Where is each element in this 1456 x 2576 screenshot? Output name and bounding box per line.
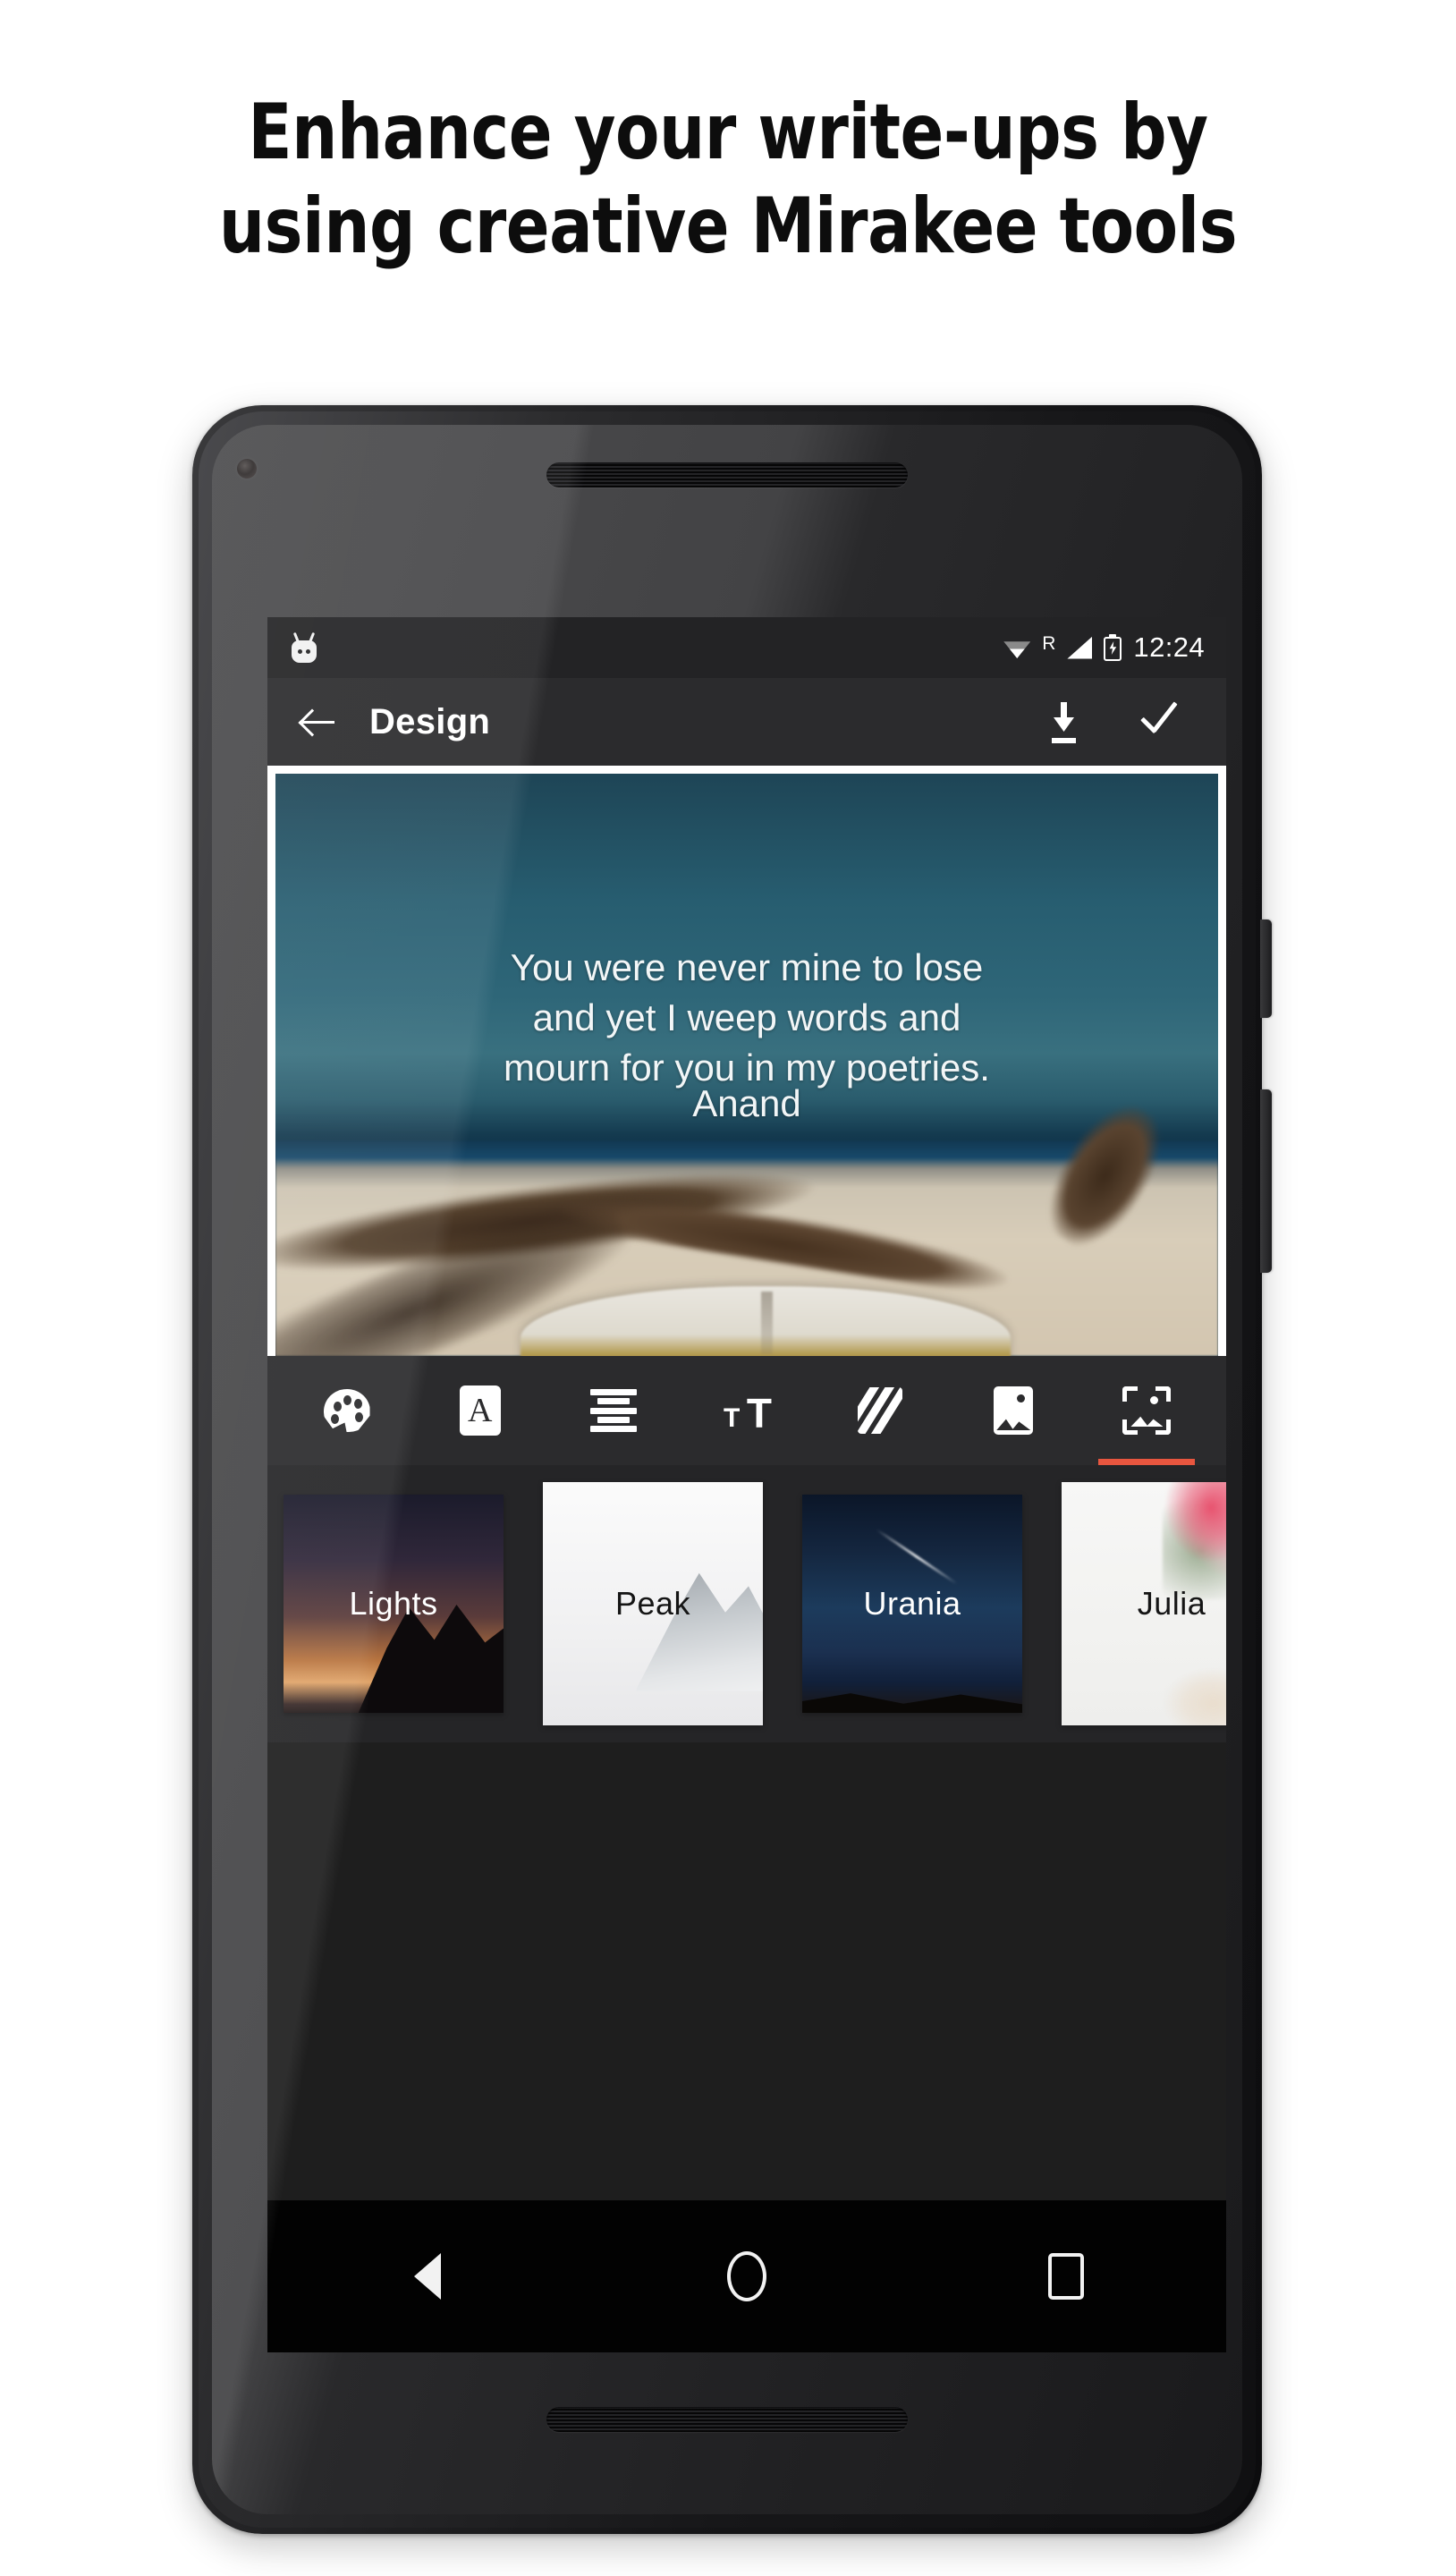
framed-image-icon [1122, 1386, 1172, 1435]
phone-device-frame: R 12:24 Design You were never mine to lo… [192, 405, 1272, 2534]
android-navigation-bar [267, 2200, 1226, 2352]
thumbnail-label: Julia [1137, 1585, 1206, 1622]
front-camera-icon [237, 459, 257, 479]
design-canvas-container: You were never mine to lose and yet I we… [267, 766, 1226, 1356]
image-icon [994, 1386, 1034, 1435]
thumbnail-item[interactable]: Urania [802, 1495, 1022, 1713]
check-icon[interactable] [1139, 700, 1187, 743]
text-align-icon [589, 1389, 637, 1432]
app-bar: Design [267, 678, 1226, 766]
phone-screen: R 12:24 Design You were never mine to lo… [267, 617, 1226, 2352]
font-a-icon: A [459, 1385, 501, 1436]
text-size-icon: TT [723, 1389, 772, 1436]
roaming-indicator: R [1042, 632, 1056, 654]
tool-text-size[interactable]: TT [706, 1356, 788, 1465]
page-title: Design [369, 701, 491, 741]
volume-button[interactable] [1260, 1089, 1272, 1273]
thumbnail-label: Lights [349, 1585, 438, 1622]
battery-charging-icon [1104, 634, 1122, 661]
status-bar: R 12:24 [267, 617, 1226, 678]
thumbnail-label: Peak [614, 1585, 691, 1622]
bottom-speaker-icon [546, 2407, 908, 2432]
status-bar-right: R 12:24 [1003, 631, 1205, 664]
palette-icon [323, 1389, 370, 1432]
download-icon[interactable] [1044, 700, 1083, 743]
headline-line-2: using creative Mirakee tools [218, 181, 1238, 271]
tool-font[interactable]: A [439, 1356, 521, 1465]
status-bar-left [289, 631, 319, 663]
nav-home-circle-icon [726, 2251, 766, 2301]
tool-texture[interactable] [839, 1356, 921, 1465]
nav-home-button[interactable] [698, 2236, 796, 2317]
nav-back-triangle-icon [413, 2253, 441, 2300]
earpiece-speaker-icon [546, 462, 908, 487]
wifi-icon [1003, 637, 1031, 658]
thumbnail-item[interactable]: Peak [543, 1482, 763, 1725]
thumbnail-item[interactable]: Julia [1062, 1482, 1226, 1725]
design-canvas[interactable]: You were never mine to lose and yet I we… [275, 774, 1218, 1356]
tool-image[interactable] [972, 1356, 1054, 1465]
diagonal-stripes-icon [858, 1387, 903, 1434]
nav-recents-square-icon [1048, 2253, 1085, 2300]
android-marshmallow-icon [289, 631, 319, 663]
thumbnail-item[interactable]: Lights [284, 1495, 504, 1713]
signal-icon [1067, 636, 1093, 659]
app-bar-actions [1044, 700, 1187, 743]
phone-inner-bezel: R 12:24 Design You were never mine to lo… [199, 411, 1256, 2528]
status-bar-clock: 12:24 [1133, 631, 1205, 663]
phone-face: R 12:24 Design You were never mine to lo… [212, 425, 1242, 2514]
promo-headline: Enhance your write-ups by using creative… [51, 86, 1405, 274]
canvas-author-text[interactable]: Anand [275, 1082, 1218, 1125]
back-arrow-icon[interactable] [294, 699, 341, 745]
quote-line-2: and yet I weep words and [532, 996, 961, 1038]
power-button[interactable] [1260, 919, 1272, 1018]
quote-line-1: You were never mine to lose [510, 945, 984, 988]
tool-palette[interactable] [306, 1356, 388, 1465]
tool-align[interactable] [572, 1356, 655, 1465]
thumbnail-label: Urania [863, 1585, 961, 1622]
background-thumbnail-strip[interactable]: Lights Peak Urania Julia [267, 1465, 1226, 1742]
nav-back-button[interactable] [378, 2236, 477, 2317]
tool-frame-image[interactable] [1098, 1356, 1196, 1465]
nav-recents-button[interactable] [1017, 2236, 1115, 2317]
headline-line-1: Enhance your write-ups by [248, 88, 1208, 177]
canvas-quote-text[interactable]: You were never mine to lose and yet I we… [275, 943, 1218, 1093]
design-toolbar: A TT [267, 1356, 1226, 1465]
